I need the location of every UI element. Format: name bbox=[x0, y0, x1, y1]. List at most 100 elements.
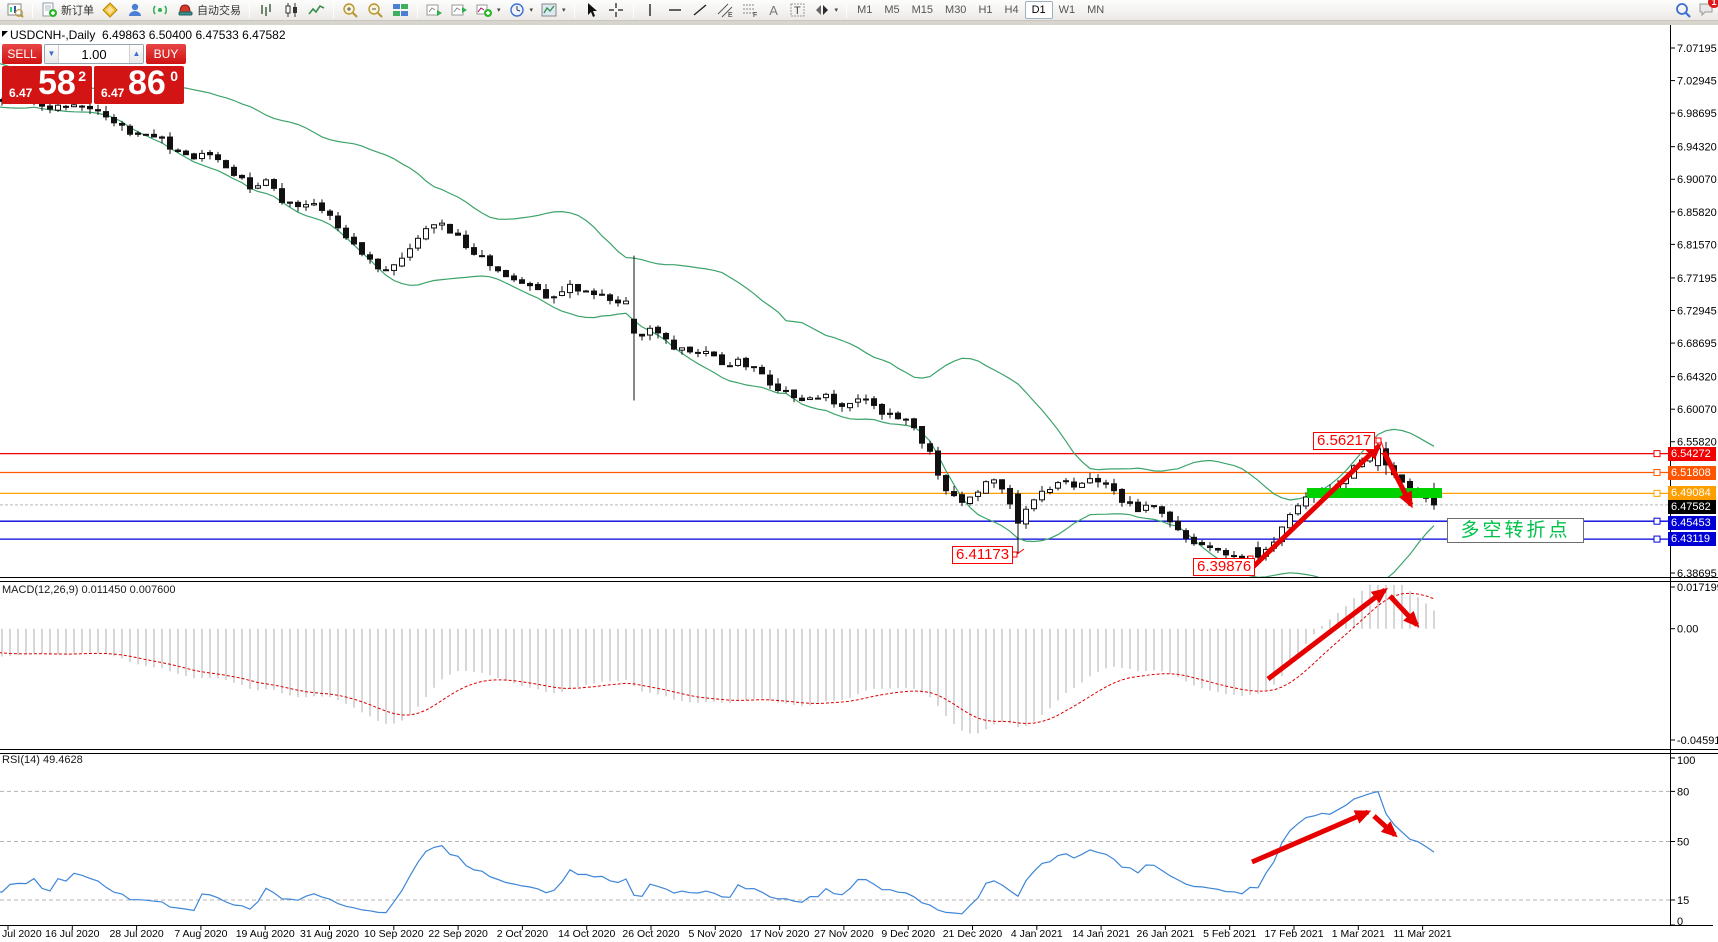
svg-text:17 Feb 2021: 17 Feb 2021 bbox=[1265, 928, 1324, 940]
autotrading-button[interactable]: 自动交易 bbox=[173, 1, 245, 19]
swing-low2-callout[interactable]: 6.39876 bbox=[1193, 558, 1255, 576]
tab-timeframe-mn[interactable]: MN bbox=[1081, 2, 1110, 18]
line-anchors bbox=[1654, 451, 1660, 542]
svg-text:7.07195: 7.07195 bbox=[1677, 43, 1717, 55]
new-order-button[interactable]: 新订单 bbox=[37, 1, 98, 19]
toolbar-separator bbox=[574, 3, 575, 18]
sell-price-pip: 2 bbox=[78, 68, 86, 84]
new-chart-icon bbox=[7, 2, 24, 18]
svg-text:6.81570: 6.81570 bbox=[1677, 239, 1717, 251]
svg-text:6.77195: 6.77195 bbox=[1677, 273, 1717, 285]
new-chart-button[interactable] bbox=[3, 1, 28, 19]
tile-windows-icon bbox=[392, 2, 409, 18]
tab-timeframe-h1[interactable]: H1 bbox=[972, 2, 998, 18]
svg-text:0: 0 bbox=[1677, 916, 1683, 928]
vertical-line-icon bbox=[642, 2, 659, 18]
svg-text:-0.045919: -0.045919 bbox=[1677, 735, 1718, 747]
community-button[interactable] bbox=[123, 1, 148, 19]
price-line-label-2: 6.51808 bbox=[1668, 466, 1716, 480]
text-label-tool[interactable]: T bbox=[785, 1, 810, 19]
svg-text:80: 80 bbox=[1677, 786, 1689, 798]
channel-tool[interactable]: E bbox=[713, 1, 738, 19]
horizontal-line-tool[interactable] bbox=[663, 1, 688, 19]
autotrading-icon bbox=[177, 2, 194, 18]
periods-icon bbox=[509, 2, 526, 18]
volume-increase-button[interactable]: ▲ bbox=[129, 45, 143, 63]
svg-text:6.94320: 6.94320 bbox=[1677, 142, 1717, 154]
svg-text:14 Jan 2021: 14 Jan 2021 bbox=[1072, 928, 1130, 940]
buy-button[interactable]: BUY bbox=[146, 44, 186, 64]
ohlc-values: 6.49863 6.50400 6.47533 6.47582 bbox=[102, 28, 286, 42]
autotrading-label: 自动交易 bbox=[197, 2, 241, 18]
tab-timeframe-m15[interactable]: M15 bbox=[906, 2, 939, 18]
toolbar-separator bbox=[32, 3, 33, 18]
trendline-tool[interactable] bbox=[688, 1, 713, 19]
text-tool[interactable]: A bbox=[763, 1, 785, 19]
vertical-line-tool[interactable] bbox=[638, 1, 663, 19]
bar-chart-button[interactable] bbox=[254, 1, 279, 19]
tab-timeframe-m1[interactable]: M1 bbox=[851, 2, 878, 18]
chevron-down-icon: ▾ bbox=[562, 6, 566, 14]
swing-low1-callout[interactable]: 6.41173 bbox=[952, 546, 1013, 564]
horizontal-line-icon bbox=[667, 2, 684, 18]
tab-timeframe-w1[interactable]: W1 bbox=[1053, 2, 1082, 18]
volume-decrease-button[interactable]: ▼ bbox=[45, 45, 59, 63]
search-icon[interactable] bbox=[1675, 2, 1692, 18]
chart-shift-button[interactable] bbox=[447, 1, 472, 19]
svg-text:T: T bbox=[794, 5, 801, 17]
price-line-label-5: 6.43119 bbox=[1668, 532, 1716, 546]
price-line-label-3: 6.49084 bbox=[1668, 486, 1716, 500]
svg-text:19 Aug 2020: 19 Aug 2020 bbox=[236, 928, 295, 940]
sell-price-display[interactable]: 6.47 58 2 bbox=[2, 66, 92, 104]
signals-button[interactable] bbox=[148, 1, 173, 19]
svg-text:27 Nov 2020: 27 Nov 2020 bbox=[814, 928, 874, 940]
tab-timeframe-h4[interactable]: H4 bbox=[999, 2, 1025, 18]
one-click-trading-panel: SELL ▼ ▲ BUY 6.47 58 2 6.47 86 0 bbox=[2, 44, 186, 104]
svg-text:31 Aug 2020: 31 Aug 2020 bbox=[300, 928, 359, 940]
svg-text:Jul 2020: Jul 2020 bbox=[2, 928, 42, 940]
cursor-tool-button[interactable] bbox=[579, 1, 604, 19]
sell-price-prefix: 6.47 bbox=[9, 86, 32, 100]
tab-timeframe-m5[interactable]: M5 bbox=[878, 2, 905, 18]
zoom-in-button[interactable] bbox=[338, 1, 363, 19]
fibonacci-tool[interactable]: F bbox=[738, 1, 763, 19]
volume-input[interactable] bbox=[59, 45, 129, 63]
tab-timeframe-d1[interactable]: D1 bbox=[1025, 1, 1053, 19]
tab-timeframe-m30[interactable]: M30 bbox=[939, 2, 972, 18]
templates-icon bbox=[541, 2, 558, 18]
auto-scroll-button[interactable] bbox=[422, 1, 447, 19]
sell-button[interactable]: SELL bbox=[2, 44, 42, 64]
periods-button[interactable]: ▾ bbox=[505, 1, 538, 19]
crosshair-tool-button[interactable] bbox=[604, 1, 629, 19]
rsi-gridlines bbox=[0, 791, 1670, 900]
svg-text:4 Jan 2021: 4 Jan 2021 bbox=[1011, 928, 1063, 940]
candlestick-button[interactable] bbox=[279, 1, 304, 19]
svg-text:26 Jan 2021: 26 Jan 2021 bbox=[1136, 928, 1194, 940]
line-chart-button[interactable] bbox=[304, 1, 329, 19]
indicators-icon bbox=[476, 2, 493, 18]
svg-text:21 Dec 2020: 21 Dec 2020 bbox=[943, 928, 1003, 940]
tile-windows-button[interactable] bbox=[388, 1, 413, 19]
chat-button[interactable]: 1 bbox=[1698, 1, 1715, 20]
bollinger-bands bbox=[0, 63, 1434, 587]
zoom-out-button[interactable] bbox=[363, 1, 388, 19]
buy-price-prefix: 6.47 bbox=[101, 86, 124, 100]
swing-high-callout[interactable]: 6.56217 bbox=[1313, 432, 1375, 450]
callout-connectors bbox=[1012, 438, 1384, 564]
chevron-down-icon: ▾ bbox=[835, 6, 839, 14]
svg-text:28 Jul 2020: 28 Jul 2020 bbox=[109, 928, 163, 940]
metaeditor-button[interactable] bbox=[98, 1, 123, 19]
shapes-tool[interactable]: ▾ bbox=[810, 1, 843, 19]
buy-price-display[interactable]: 6.47 86 0 bbox=[94, 66, 184, 104]
chart-shift-icon bbox=[451, 2, 468, 18]
chart-corner-icon[interactable] bbox=[2, 31, 8, 37]
templates-button[interactable]: ▾ bbox=[537, 1, 570, 19]
sell-price-main: 58 bbox=[38, 64, 76, 103]
turning-point-label[interactable]: 多空转折点 bbox=[1447, 518, 1584, 543]
indicators-button[interactable]: ▾ bbox=[472, 1, 505, 19]
svg-text:6.85820: 6.85820 bbox=[1677, 207, 1717, 219]
toolbar-separator bbox=[333, 3, 334, 18]
text-icon: A bbox=[767, 3, 781, 18]
symbol-period-label: USDCNH-,Daily bbox=[10, 28, 95, 42]
chart-canvas[interactable]: 7.071957.029456.986956.943206.900706.858… bbox=[0, 0, 1718, 942]
